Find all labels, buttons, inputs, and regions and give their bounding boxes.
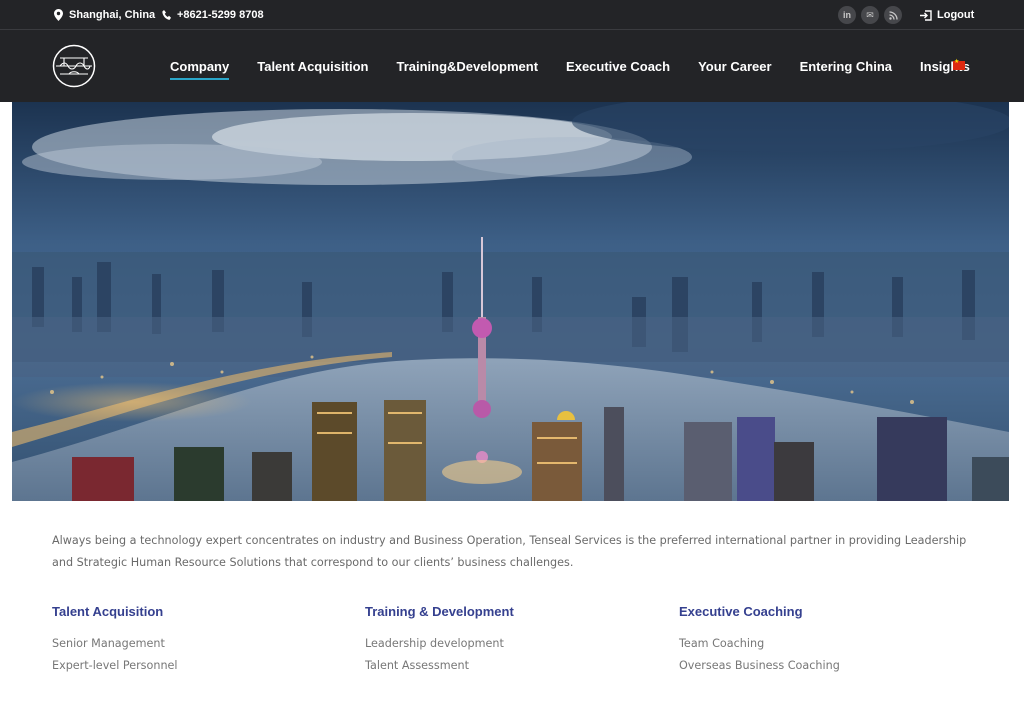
service-item[interactable]: Overseas Business Coaching — [679, 655, 840, 677]
service-item[interactable]: Talent Assessment — [365, 655, 514, 677]
rss-icon[interactable] — [884, 6, 902, 24]
nav-company[interactable]: Company — [170, 59, 230, 80]
location-pin-icon — [54, 9, 63, 21]
china-flag-icon[interactable] — [953, 58, 965, 70]
phone-icon — [162, 9, 171, 20]
logout-icon — [920, 9, 932, 21]
main-nav: Company Talent Acquisition Training&Deve… — [170, 30, 970, 102]
company-logo[interactable] — [52, 44, 96, 88]
service-column-executive-coaching: Executive Coaching Team Coaching Oversea… — [679, 604, 840, 677]
service-item[interactable]: Team Coaching — [679, 633, 840, 655]
social-links: in ✉ — [838, 6, 902, 24]
nav-entering-china[interactable]: Entering China — [800, 59, 892, 74]
intro-paragraph: Always being a technology expert concent… — [52, 534, 967, 569]
nav-executive-coach[interactable]: Executive Coach — [566, 59, 670, 74]
location-text: Shanghai, China — [69, 9, 156, 21]
phone-text: +8621-5299 8708 — [177, 9, 264, 21]
service-item[interactable]: Expert-level Personnel — [52, 655, 178, 677]
phone-info[interactable]: +8621-5299 8708 — [162, 0, 264, 30]
location-info: Shanghai, China — [54, 0, 155, 30]
logout-label: Logout — [937, 9, 975, 21]
logout-link[interactable]: Logout — [920, 0, 974, 30]
main-header: Company Talent Acquisition Training&Deve… — [0, 30, 1024, 102]
top-bar: Shanghai, China +8621-5299 8708 in ✉ Log… — [0, 0, 1024, 30]
mail-icon[interactable]: ✉ — [861, 6, 879, 24]
nav-training-development[interactable]: Training&Development — [396, 59, 538, 74]
nav-talent-acquisition[interactable]: Talent Acquisition — [257, 59, 368, 74]
nav-your-career[interactable]: Your Career — [698, 59, 771, 74]
service-item[interactable]: Senior Management — [52, 633, 178, 655]
service-title[interactable]: Executive Coaching — [679, 604, 840, 619]
service-title[interactable]: Training & Development — [365, 604, 514, 619]
linkedin-icon[interactable]: in — [838, 6, 856, 24]
service-item[interactable]: Leadership development — [365, 633, 514, 655]
hero-image — [12, 102, 1009, 501]
service-column-talent-acquisition: Talent Acquisition Senior Management Exp… — [52, 604, 178, 677]
service-title[interactable]: Talent Acquisition — [52, 604, 178, 619]
service-column-training-development: Training & Development Leadership develo… — [365, 604, 514, 677]
